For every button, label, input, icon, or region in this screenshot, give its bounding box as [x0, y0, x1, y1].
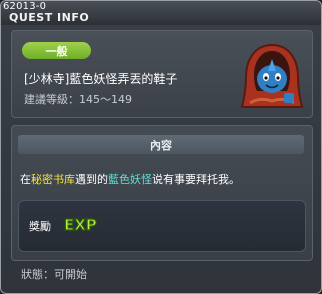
quest-info-window: 62013-0 QUEST INFO 一般 [少林寺]藍色妖怪弄丟的鞋子 建議等… [0, 0, 322, 294]
quest-name: [少林寺]藍色妖怪弄丟的鞋子 [24, 72, 178, 86]
reward-label: 獎勵 [29, 220, 51, 233]
quest-category-badge: 一般 [22, 42, 91, 59]
quest-description: 在秘密书库遇到的藍色妖怪说有事要拜托我。 [20, 171, 308, 187]
title-bar[interactable]: 62013-0 QUEST INFO [1, 1, 321, 25]
quest-details-card: 內容 在秘密书库遇到的藍色妖怪说有事要拜托我。 獎勵 EXP [11, 125, 313, 261]
exp-icon[interactable]: EXP [63, 214, 97, 234]
reward-box: 獎勵 EXP [18, 200, 306, 252]
content-header: 內容 [18, 135, 304, 154]
blue-monster-npc-icon [240, 43, 304, 108]
svg-text:EXP: EXP [64, 216, 97, 234]
npc-highlight: 藍色妖怪 [108, 173, 152, 186]
quest-status: 狀態：可開始 [21, 268, 87, 281]
description-text: 说有事要拜托我。 [152, 173, 240, 186]
recommended-level: 建議等級：145～149 [24, 93, 132, 106]
location-highlight: 秘密书库 [31, 173, 75, 186]
quest-summary-card: 一般 [少林寺]藍色妖怪弄丟的鞋子 建議等級：145～149 [11, 30, 313, 118]
description-text: 在 [20, 173, 31, 186]
description-text: 遇到的 [75, 173, 108, 186]
window-title: QUEST INFO [9, 11, 90, 24]
